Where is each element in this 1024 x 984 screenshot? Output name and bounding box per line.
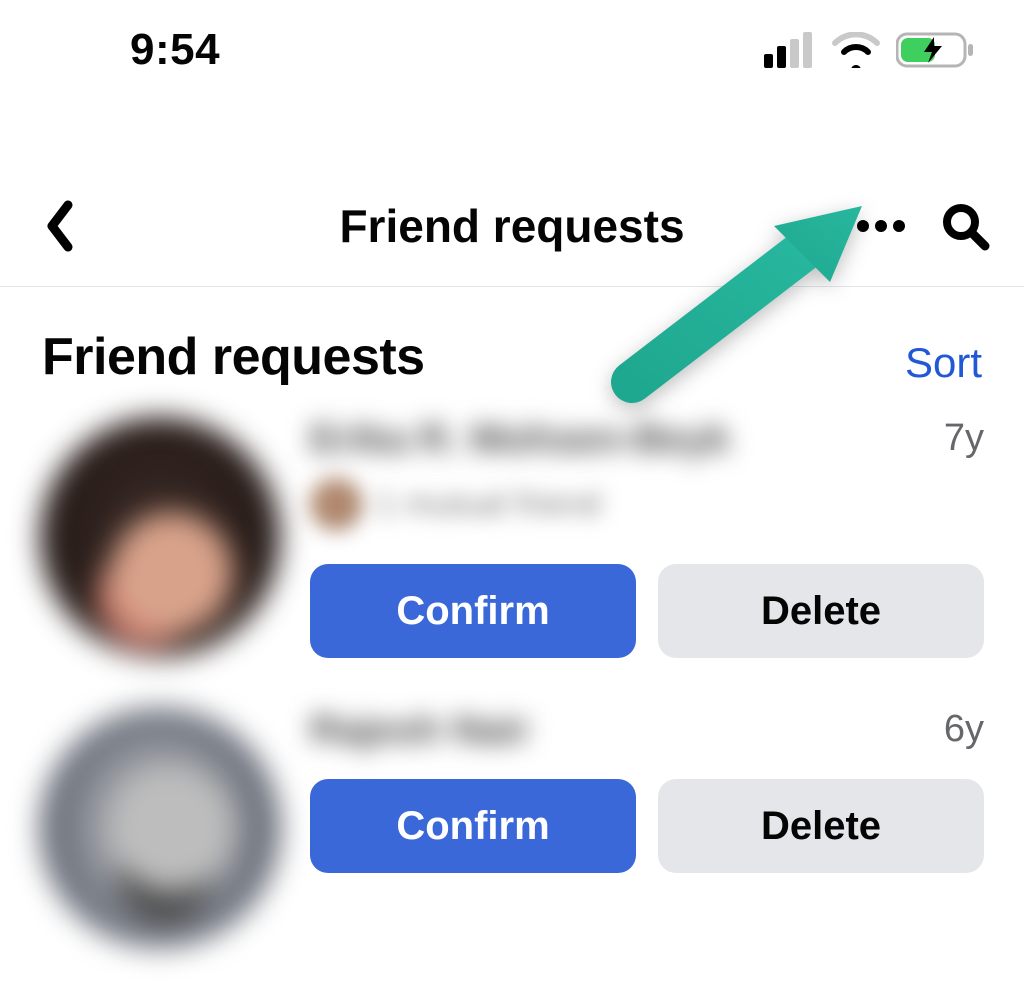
section-title: Friend requests <box>42 327 425 387</box>
status-icons <box>764 31 974 69</box>
ellipsis-icon <box>856 219 906 233</box>
section-header: Friend requests Sort <box>0 287 1024 387</box>
avatar[interactable] <box>40 708 280 948</box>
avatar-image <box>40 708 280 948</box>
request-age: 6y <box>944 708 984 751</box>
avatar[interactable] <box>40 417 280 657</box>
spacer <box>0 100 1024 166</box>
mutual-avatar-icon <box>310 478 362 530</box>
wifi-icon <box>832 32 880 68</box>
request-age: 7y <box>944 417 984 460</box>
status-time: 9:54 <box>130 25 220 75</box>
delete-button[interactable]: Delete <box>658 779 984 873</box>
status-bar: 9:54 <box>0 0 1024 100</box>
confirm-button[interactable]: Confirm <box>310 564 636 658</box>
friend-request-item: Erika R. Mohsen-Beyk 7y 1 mutual friend … <box>0 387 1024 658</box>
cellular-signal-icon <box>764 32 816 68</box>
nav-header: Friend requests <box>0 166 1024 286</box>
search-icon <box>940 201 990 251</box>
requester-name[interactable]: Erika R. Mohsen-Beyk <box>310 417 730 462</box>
requester-name[interactable]: Rajesh Nair <box>310 708 530 753</box>
battery-charging-icon <box>896 31 974 69</box>
search-button[interactable] <box>940 201 990 251</box>
confirm-button[interactable]: Confirm <box>310 779 636 873</box>
mutual-friends-text: 1 mutual friend <box>376 485 601 524</box>
back-button[interactable] <box>42 199 76 253</box>
friend-request-item: Rajesh Nair 6y Confirm Delete <box>0 658 1024 948</box>
avatar-image <box>40 417 280 657</box>
chevron-left-icon <box>42 199 76 253</box>
delete-button[interactable]: Delete <box>658 564 984 658</box>
sort-button[interactable]: Sort <box>905 339 982 387</box>
mutual-friends[interactable]: 1 mutual friend <box>310 478 984 530</box>
more-options-button[interactable] <box>856 219 906 233</box>
